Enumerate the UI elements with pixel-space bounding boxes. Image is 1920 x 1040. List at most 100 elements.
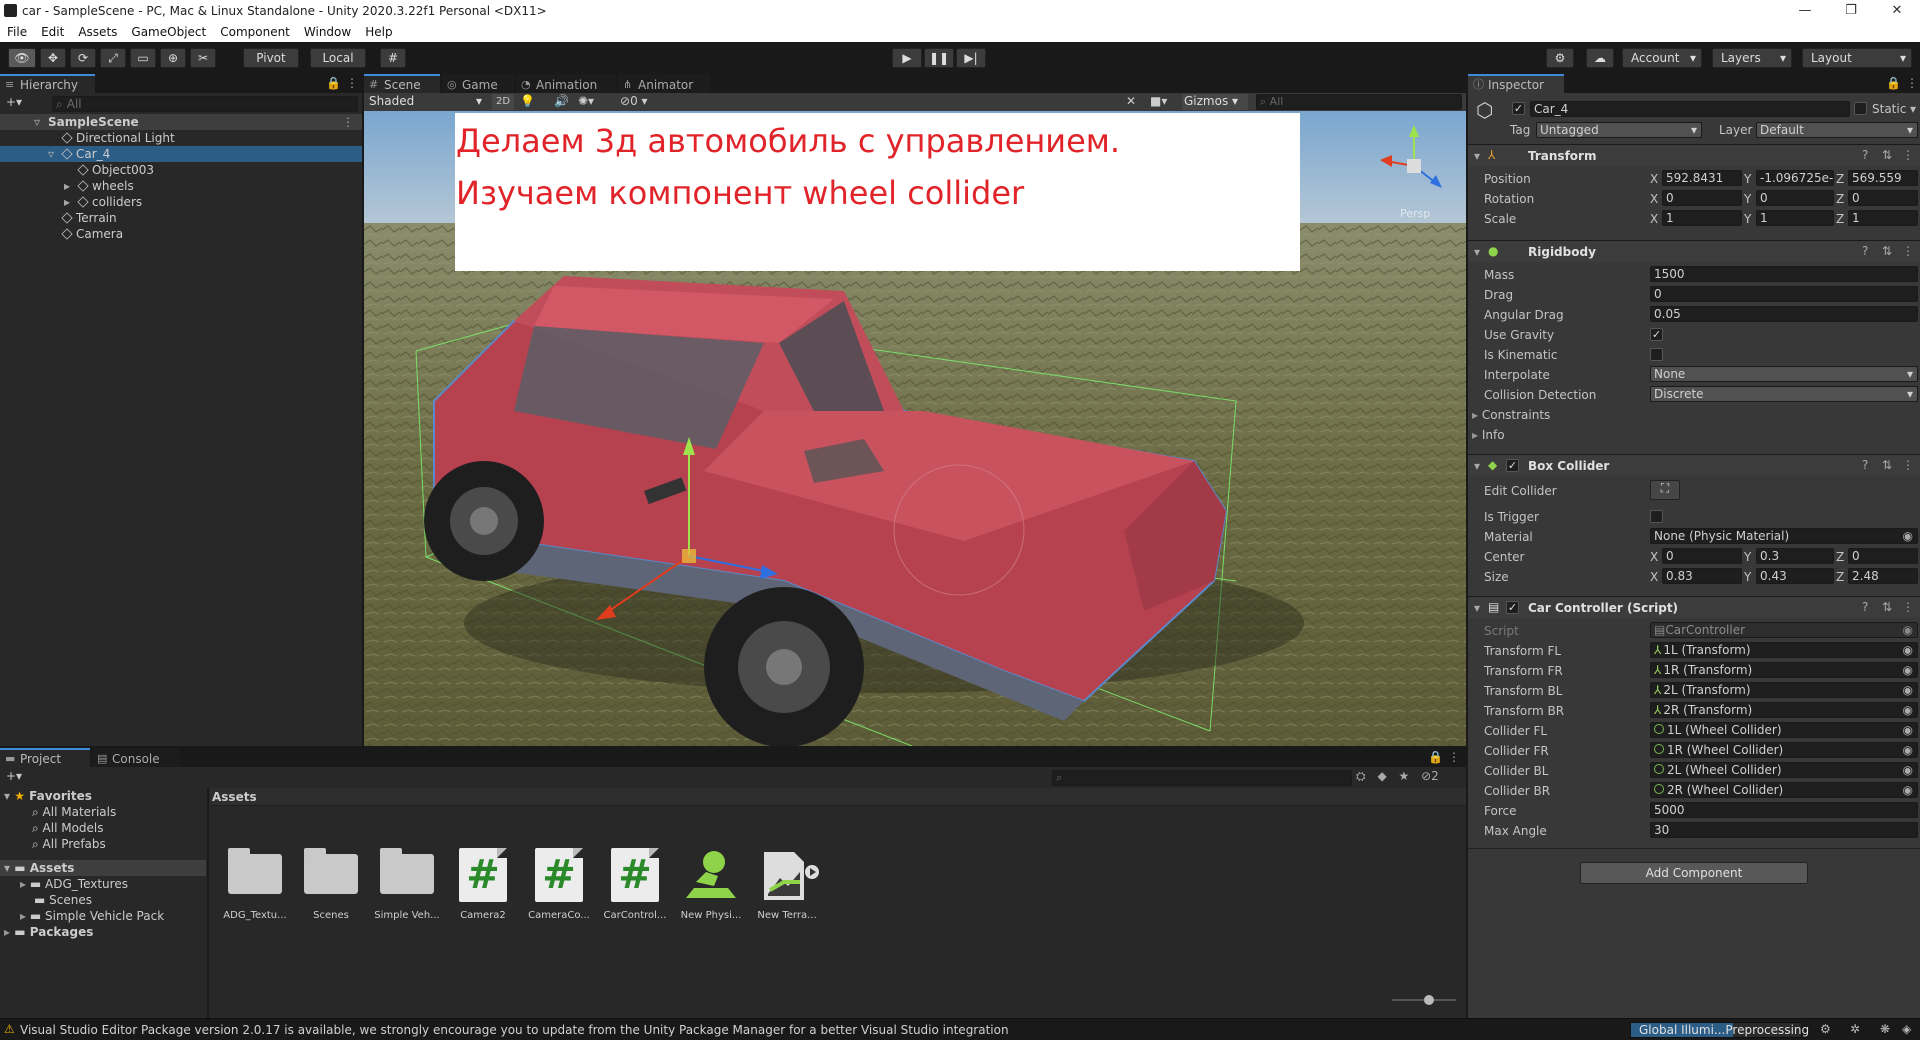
filter-type-icon[interactable]: ⛭ xyxy=(1356,769,1366,783)
object-picker-icon[interactable]: ◉ xyxy=(1903,783,1913,797)
help-icon[interactable]: ? xyxy=(1862,244,1868,258)
favorite-star-icon[interactable]: ★ xyxy=(1399,769,1410,783)
foldout-arrow-icon[interactable]: ▾ xyxy=(1474,459,1480,473)
favorites-item[interactable]: ⌕ All Prefabs xyxy=(0,836,206,852)
hierarchy-row-scene[interactable]: ▿ SampleScene ⋮ xyxy=(0,114,362,130)
move-tool-icon[interactable]: ✥ xyxy=(40,48,66,68)
shading-mode-dropdown[interactable]: Shaded ▾ xyxy=(366,94,484,110)
size-y-input[interactable]: 0.43 xyxy=(1756,568,1834,584)
asset-item[interactable]: Simple Veh... xyxy=(374,848,440,921)
object-picker-icon[interactable]: ◉ xyxy=(1903,643,1913,657)
assets-root-row[interactable]: ▾ ▬ Assets xyxy=(0,860,206,876)
layer-dropdown[interactable]: Default ▾ xyxy=(1756,122,1918,138)
hierarchy-row[interactable]: Object003 xyxy=(0,162,362,178)
tab-hierarchy[interactable]: ≡ Hierarchy xyxy=(0,74,95,93)
center-x-input[interactable]: 0 xyxy=(1662,548,1742,564)
ref-field[interactable]: 2R (Wheel Collider) ◉ xyxy=(1650,782,1918,798)
component-menu-icon[interactable]: ⋮ xyxy=(1902,148,1914,162)
lighting-icon[interactable]: 💡 xyxy=(520,94,535,108)
object-picker-icon[interactable]: ◉ xyxy=(1903,683,1913,697)
component-menu-icon[interactable]: ⋮ xyxy=(1902,458,1914,472)
transform-tool-icon[interactable]: ⊕ xyxy=(160,48,186,68)
local-toggle[interactable]: Local xyxy=(310,48,366,68)
hierarchy-search-input[interactable]: ⌕ All xyxy=(52,96,358,112)
scene-menu-icon[interactable]: ⋮ xyxy=(342,114,354,130)
ref-field[interactable]: 2L (Wheel Collider) ◉ xyxy=(1650,762,1918,778)
size-x-input[interactable]: 0.83 xyxy=(1662,568,1742,584)
asset-item[interactable]: # CarControl... xyxy=(602,848,668,921)
object-name-input[interactable]: Car_4 xyxy=(1530,101,1850,117)
auto-generate-icon[interactable]: ⚙ xyxy=(1820,1022,1831,1036)
menu-component[interactable]: Component xyxy=(213,22,297,39)
ref-field[interactable]: ⅄ 1R (Transform) ◉ xyxy=(1650,662,1918,678)
2d-toggle[interactable]: 2D xyxy=(492,94,514,110)
grid-snap-icon[interactable]: # xyxy=(380,48,406,68)
expand-arrow-icon[interactable]: ▿ xyxy=(34,114,40,130)
help-icon[interactable]: ? xyxy=(1862,148,1868,162)
chevron-down-icon[interactable]: ▾ xyxy=(1910,102,1916,116)
hierarchy-row[interactable]: ▸ colliders xyxy=(0,194,362,210)
center-y-input[interactable]: 0.3 xyxy=(1756,548,1834,564)
angular-drag-input[interactable]: 0.05 xyxy=(1650,306,1918,322)
layout-dropdown[interactable]: Layout xyxy=(1802,48,1912,68)
active-checkbox[interactable]: ✓ xyxy=(1512,102,1525,115)
asset-folder-row[interactable]: ▸ ▬ Simple Vehicle Pack xyxy=(0,908,206,924)
position-z-input[interactable]: 569.559 xyxy=(1848,170,1918,186)
menu-assets[interactable]: Assets xyxy=(71,22,124,39)
hierarchy-row[interactable]: Directional Light xyxy=(0,130,362,146)
favorites-item[interactable]: ⌕ All Materials xyxy=(0,804,206,820)
box-collider-header[interactable]: ▾ ◆ ✓ Box Collider ? ⇅ ⋮ xyxy=(1468,454,1920,476)
collab-icon[interactable]: ⚙ xyxy=(1546,48,1574,68)
tab-scene[interactable]: # Scene xyxy=(364,74,440,93)
panel-menu-icon[interactable]: ⋮ xyxy=(1448,750,1460,764)
tag-dropdown[interactable]: Untagged ▾ xyxy=(1536,122,1702,138)
minimize-button[interactable]: — xyxy=(1782,0,1828,22)
object-picker-icon[interactable]: ◉ xyxy=(1903,723,1913,737)
scale-tool-icon[interactable]: ⤢ xyxy=(100,48,126,68)
foldout-arrow-icon[interactable]: ▾ xyxy=(1474,601,1480,615)
preset-icon[interactable]: ⇅ xyxy=(1882,148,1892,162)
hierarchy-row[interactable]: ▸ wheels xyxy=(0,178,362,194)
ref-field[interactable]: ⅄ 2R (Transform) ◉ xyxy=(1650,702,1918,718)
maximize-button[interactable]: ❐ xyxy=(1828,0,1874,22)
layers-dropdown[interactable]: Layers xyxy=(1712,48,1792,68)
favorites-row[interactable]: ▾ ★ Favorites xyxy=(0,788,206,804)
effects-icon[interactable]: ✺▾ xyxy=(578,94,594,108)
car-controller-header[interactable]: ▾ ▤ ✓ Car Controller (Script) ? ⇅ ⋮ xyxy=(1468,596,1920,618)
center-z-input[interactable]: 0 xyxy=(1848,548,1918,564)
lock-icon[interactable]: 🔒 xyxy=(326,76,341,90)
asset-item[interactable]: New Terra... xyxy=(754,848,820,921)
help-icon[interactable]: ? xyxy=(1862,458,1868,472)
info-foldout[interactable]: ▸ Info xyxy=(1472,428,1505,442)
tab-animator[interactable]: ⋔ Animator xyxy=(618,74,710,93)
lock-icon[interactable]: 🔒 xyxy=(1428,750,1443,764)
edit-collider-button[interactable]: ⛶ xyxy=(1650,480,1680,500)
packages-row[interactable]: ▸ ▬ Packages xyxy=(0,924,206,940)
preset-icon[interactable]: ⇅ xyxy=(1882,600,1892,614)
is-trigger-checkbox[interactable] xyxy=(1650,510,1663,523)
ref-field[interactable]: 1L (Wheel Collider) ◉ xyxy=(1650,722,1918,738)
max-angle-input[interactable]: 30 xyxy=(1650,822,1918,838)
close-button[interactable]: ✕ xyxy=(1874,0,1920,22)
hidden-packages-icon[interactable]: ⊘2 xyxy=(1421,769,1439,783)
asset-item[interactable]: Scenes xyxy=(298,848,364,921)
pivot-toggle[interactable]: Pivot xyxy=(243,48,299,68)
lock-icon[interactable]: 🔒 xyxy=(1886,76,1901,90)
hierarchy-row[interactable]: Terrain xyxy=(0,210,362,226)
preset-icon[interactable]: ⇅ xyxy=(1882,458,1892,472)
rigidbody-header[interactable]: ▾ ● Rigidbody ? ⇅ ⋮ xyxy=(1468,240,1920,262)
hierarchy-row-selected[interactable]: ▿ Car_4 xyxy=(0,146,362,162)
is-kinematic-checkbox[interactable] xyxy=(1650,348,1663,361)
car-controller-enabled-checkbox[interactable]: ✓ xyxy=(1506,601,1519,614)
bug-icon[interactable]: ✲ xyxy=(1850,1022,1860,1036)
status-message[interactable]: Visual Studio Editor Package version 2.0… xyxy=(20,1023,1009,1037)
asset-folder-row[interactable]: ▸ ▬ ADG_Textures xyxy=(0,876,206,892)
ref-field[interactable]: ⅄ 2L (Transform) ◉ xyxy=(1650,682,1918,698)
component-menu-icon[interactable]: ⋮ xyxy=(1902,600,1914,614)
progress-bar[interactable]: Global Illumi...Preprocessing xyxy=(1630,1022,1809,1038)
object-picker-icon[interactable]: ◉ xyxy=(1903,763,1913,777)
rect-tool-icon[interactable]: ▭ xyxy=(130,48,156,68)
ref-field[interactable]: ⅄ 1L (Transform) ◉ xyxy=(1650,642,1918,658)
scale-y-input[interactable]: 1 xyxy=(1756,210,1834,226)
collapse-arrow-icon[interactable]: ▸ xyxy=(64,178,70,194)
